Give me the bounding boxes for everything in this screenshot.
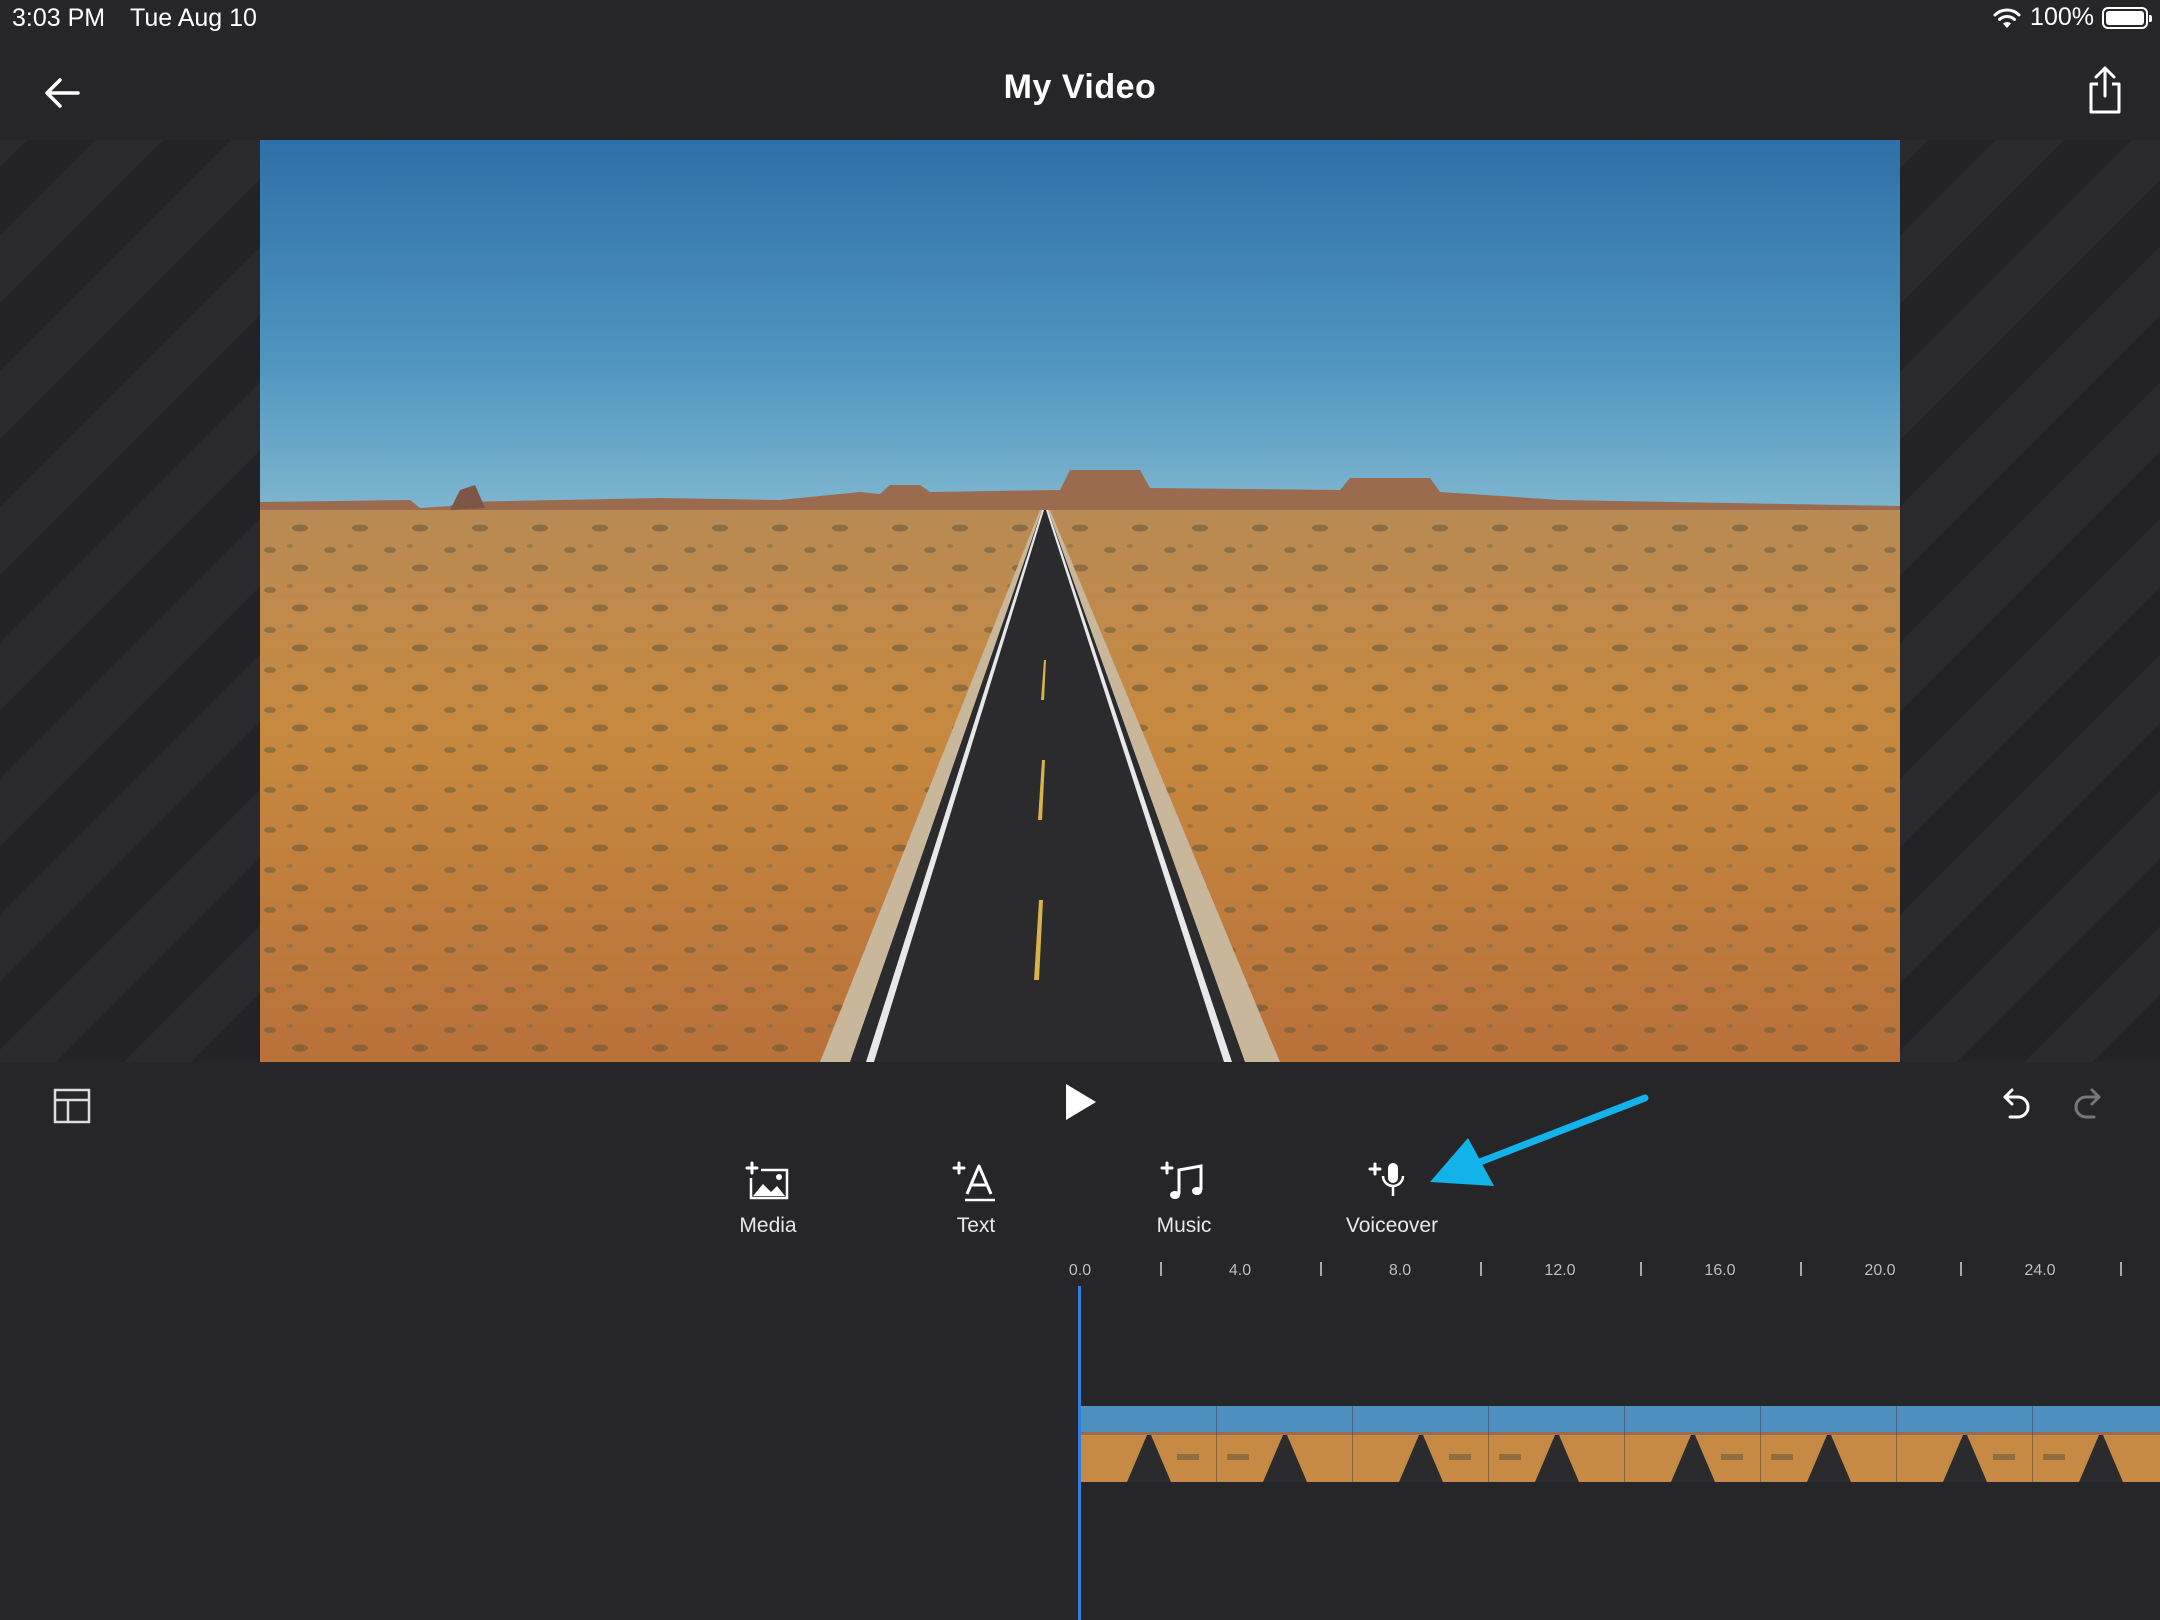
- media-button[interactable]: Media: [698, 1160, 838, 1238]
- clip-thumbnail: [2033, 1406, 2160, 1482]
- add-voiceover-icon: [1368, 1162, 1405, 1196]
- music-button[interactable]: Music: [1114, 1160, 1254, 1238]
- ruler-label: 16.0: [1704, 1262, 1736, 1279]
- clip-thumbnail: [1625, 1406, 1761, 1482]
- undo-icon[interactable]: [2000, 1084, 2034, 1124]
- wifi-icon: [1993, 8, 2021, 28]
- timeline-ruler: 0.0 4.0 8.0 12.0 16.0 20.0 24.0: [0, 1258, 2160, 1288]
- add-music-icon: [1160, 1161, 1203, 1199]
- text-button[interactable]: Text: [906, 1160, 1046, 1238]
- ruler-tick: [1640, 1262, 1642, 1276]
- layout-icon[interactable]: [52, 1086, 92, 1126]
- status-time: 3:03 PM: [12, 4, 106, 32]
- battery-icon: [2102, 6, 2152, 29]
- text-label: Text: [956, 1214, 996, 1237]
- ruler-label: 12.0: [1544, 1262, 1576, 1279]
- clip-thumbnail: [1353, 1406, 1489, 1482]
- add-media-icon: [745, 1161, 789, 1200]
- media-label: Media: [739, 1214, 797, 1237]
- clip-thumbnail: [1761, 1406, 1897, 1482]
- ruler-label: 8.0: [1388, 1262, 1412, 1279]
- clip-thumbnail: [1081, 1406, 1217, 1482]
- ruler-tick: [2120, 1262, 2122, 1276]
- ruler-label: 20.0: [1864, 1262, 1896, 1279]
- ruler-tick: [1480, 1262, 1482, 1276]
- ruler-label: 4.0: [1228, 1262, 1252, 1279]
- ruler-label: 24.0: [2024, 1262, 2056, 1279]
- add-text-icon: [952, 1161, 995, 1202]
- preview-area: [0, 140, 2160, 1062]
- voiceover-button[interactable]: Voiceover: [1322, 1160, 1462, 1238]
- status-indicators: 100%: [1992, 3, 2152, 32]
- video-frame-image: [260, 140, 1900, 1062]
- ruler-tick: [1320, 1262, 1322, 1276]
- ruler-label: 0.0: [1068, 1262, 1092, 1279]
- clip-thumbnail: [1217, 1406, 1353, 1482]
- video-preview[interactable]: [260, 140, 1900, 1062]
- timeline[interactable]: 0.0 4.0 8.0 12.0 16.0 20.0 24.0: [0, 1258, 2160, 1620]
- status-bar: 3:03 PM Tue Aug 10 100%: [0, 0, 2160, 40]
- music-label: Music: [1156, 1214, 1212, 1237]
- battery-level: [2106, 10, 2144, 25]
- battery-percent: 100%: [2030, 3, 2094, 31]
- clip-thumbnail: [1489, 1406, 1625, 1482]
- redo-icon[interactable]: [2070, 1084, 2104, 1124]
- share-icon[interactable]: [2080, 62, 2130, 118]
- ruler-tick: [1800, 1262, 1802, 1276]
- playhead[interactable]: [1078, 1286, 1081, 1620]
- clip-thumbnail: [1897, 1406, 2033, 1482]
- controls-bar: Media Text Music Voiceover: [0, 1062, 2160, 1258]
- status-date: Tue Aug 10: [130, 4, 257, 32]
- page-title: My Video: [1003, 68, 1157, 106]
- ruler-tick: [1960, 1262, 1962, 1276]
- voiceover-label: Voiceover: [1345, 1214, 1439, 1237]
- top-bar: My Video: [0, 40, 2160, 140]
- play-icon[interactable]: [1060, 1080, 1100, 1124]
- ruler-tick: [1160, 1262, 1162, 1276]
- video-clip-track[interactable]: [1081, 1406, 2160, 1482]
